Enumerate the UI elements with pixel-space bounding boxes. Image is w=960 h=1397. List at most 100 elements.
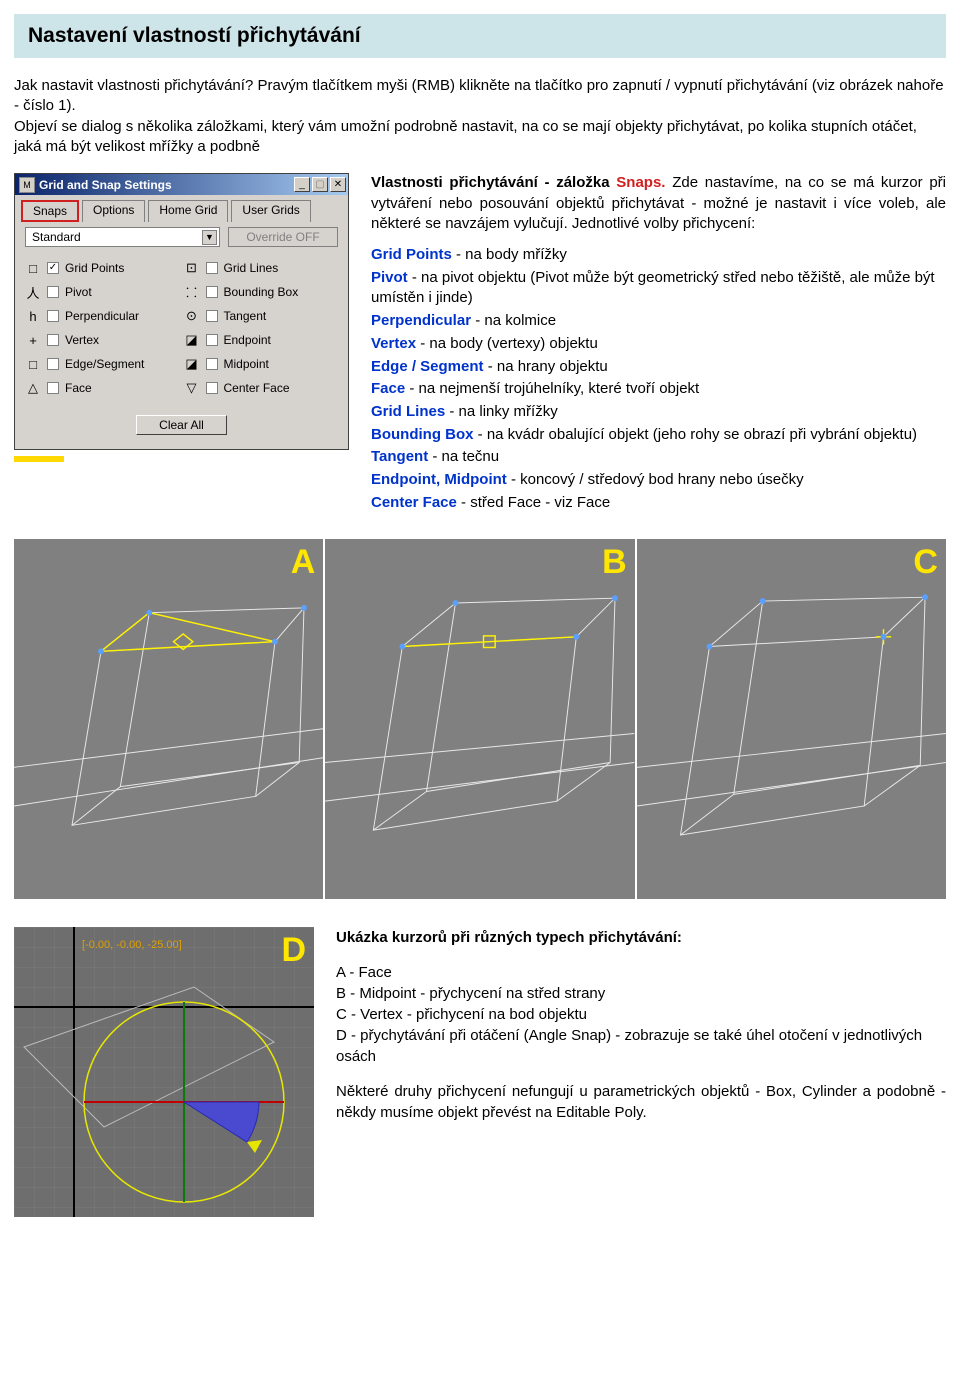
line-d: D - přychytávání při otáčení (Angle Snap…	[336, 1027, 922, 1065]
intro-block: Jak nastavit vlastnosti přichytávání? Pr…	[14, 76, 946, 157]
line-b: B - Midpoint - přychycení na střed stran…	[336, 985, 605, 1002]
line-c: C - Vertex - přichycení na bod objektu	[336, 1006, 587, 1023]
bottom-p2: Některé druhy přichycení nefungují u par…	[336, 1081, 946, 1123]
checkbox[interactable]	[47, 310, 59, 322]
checkbox[interactable]	[206, 382, 218, 394]
term: Grid Lines	[371, 403, 445, 420]
snap-mode-dropdown[interactable]: Standard ▼	[25, 227, 220, 247]
checkbox[interactable]	[47, 286, 59, 298]
intro-p1: Jak nastavit vlastnosti přichytávání? Pr…	[14, 76, 946, 117]
definition-grid-lines: Grid Lines - na linky mřížky	[371, 402, 946, 423]
snap-shape-icon: ▽	[184, 380, 200, 396]
coord-readout: [-0.00, -0.00, -25.00]	[82, 939, 182, 951]
snap-option-label: Center Face	[224, 381, 290, 395]
close-button[interactable]: ✕	[330, 177, 346, 192]
snap-option-face[interactable]: △Face	[25, 379, 180, 397]
definition-text: - na nejmenší trojúhelníky, které tvoří …	[405, 380, 699, 397]
snap-option-tangent[interactable]: ⊙ Tangent	[184, 307, 339, 325]
checkbox[interactable]	[206, 286, 218, 298]
minimize-button[interactable]: _	[294, 177, 310, 192]
definition-tangent: Tangent - na tečnu	[371, 447, 946, 468]
term: Tangent	[371, 448, 428, 465]
term: Face	[371, 380, 405, 397]
definition-text: - střed Face - viz Face	[457, 494, 610, 511]
checkbox[interactable]	[47, 262, 59, 274]
definition-vertex: Vertex - na body (vertexy) objektu	[371, 334, 946, 355]
snap-shape-icon: □	[25, 357, 41, 372]
line-a: A - Face	[336, 964, 392, 981]
term: Perpendicular	[371, 312, 471, 329]
definition-text: - na tečnu	[428, 448, 499, 465]
left-column: M Grid and Snap Settings _ ▢ ✕ Snaps Opt…	[14, 173, 349, 515]
snap-shape-icon: ⊙	[184, 308, 200, 324]
definition-face: Face - na nejmenší trojúhelníky, které t…	[371, 379, 946, 400]
snap-shape-icon: ⊡	[184, 260, 200, 276]
snap-option-endpoint[interactable]: ◪ Endpoint	[184, 331, 339, 349]
definition-edge-segment: Edge / Segment - na hrany objektu	[371, 357, 946, 378]
checkbox[interactable]	[206, 310, 218, 322]
decorative-yellow-bar	[14, 456, 64, 462]
dialog-titlebar[interactable]: M Grid and Snap Settings _ ▢ ✕	[15, 174, 348, 195]
dialog-icon: M	[19, 177, 35, 193]
term: Center Face	[371, 494, 457, 511]
checkbox[interactable]	[47, 382, 59, 394]
snap-option-label: Midpoint	[224, 357, 269, 371]
snap-option-label: Edge/Segment	[65, 357, 144, 371]
snap-shape-icon: □	[25, 261, 41, 276]
tab-user-grids[interactable]: User Grids	[231, 200, 310, 222]
term: Vertex	[371, 335, 416, 352]
desc-red: Snaps.	[616, 174, 665, 191]
override-button: Override OFF	[228, 227, 338, 247]
snap-shape-icon: ⸬	[184, 283, 200, 301]
term: Bounding Box	[371, 426, 473, 443]
viewport-a: A	[14, 539, 323, 899]
definition-grid-points: Grid Points - na body mřížky	[371, 245, 946, 266]
snap-option-label: Grid Points	[65, 261, 124, 275]
definition-text: - na pivot objektu (Pivot může být geome…	[371, 269, 935, 307]
tab-snaps[interactable]: Snaps	[21, 200, 79, 222]
snap-option-midpoint[interactable]: ◪Midpoint	[184, 355, 339, 373]
definition-bounding-box: Bounding Box - na kvádr obalující objekt…	[371, 425, 946, 446]
snap-option-label: Bounding Box	[224, 285, 299, 299]
checkbox[interactable]	[47, 334, 59, 346]
snap-option-label: Pivot	[65, 285, 92, 299]
grid-snap-dialog: M Grid and Snap Settings _ ▢ ✕ Snaps Opt…	[14, 173, 349, 450]
intro-p2: Objeví se dialog s několika záložkami, k…	[14, 117, 946, 158]
snap-option-grid-points[interactable]: □ Grid Points	[25, 259, 180, 277]
snap-shape-icon: ◪	[184, 332, 200, 348]
snap-option-label: Perpendicular	[65, 309, 139, 323]
snap-option-label: Tangent	[224, 309, 267, 323]
viewport-row: A B	[14, 539, 946, 899]
snap-shape-icon: 人	[25, 283, 41, 302]
definition-text: - na hrany objektu	[484, 358, 608, 375]
definition-perpendicular: Perpendicular - na kolmice	[371, 311, 946, 332]
snap-option-vertex[interactable]: +Vertex	[25, 331, 180, 349]
tab-options[interactable]: Options	[82, 200, 145, 222]
section-title-bar: Nastavení vlastností přichytávání	[14, 14, 946, 58]
snap-option-pivot[interactable]: 人 Pivot	[25, 283, 180, 301]
viewport-c: C	[637, 539, 946, 899]
snaps-description: Vlastnosti přichytávání - záložka Snaps.…	[371, 173, 946, 235]
clear-all-button[interactable]: Clear All	[136, 415, 227, 435]
viewport-d: [-0.00, -0.00, -25.00] D	[14, 927, 314, 1217]
bottom-text: Ukázka kurzorů při různých typech přichy…	[336, 927, 946, 1137]
term: Edge / Segment	[371, 358, 484, 375]
checkbox[interactable]	[206, 358, 218, 370]
viewport-label-d: D	[281, 931, 306, 970]
checkbox[interactable]	[206, 262, 218, 274]
checkbox[interactable]	[206, 334, 218, 346]
tab-home-grid[interactable]: Home Grid	[148, 200, 228, 222]
snap-option-center-face[interactable]: ▽ Center Face	[184, 379, 339, 397]
snap-option-grid-lines[interactable]: ⊡Grid Lines	[184, 259, 339, 277]
definition-text: - koncový / středový bod hrany nebo úseč…	[507, 471, 804, 488]
snap-option-label: Vertex	[65, 333, 99, 347]
term: Grid Points	[371, 246, 452, 263]
checkbox[interactable]	[47, 358, 59, 370]
viewport-label-a: A	[291, 543, 316, 582]
snap-option-label: Endpoint	[224, 333, 271, 347]
snap-shape-icon: h	[25, 309, 41, 324]
snap-option-edge-segment[interactable]: □ Edge/Segment	[25, 355, 180, 373]
right-column: Vlastnosti přichytávání - záložka Snaps.…	[371, 173, 946, 515]
snap-option-bounding-box[interactable]: ⸬ Bounding Box	[184, 283, 339, 301]
snap-option-perpendicular[interactable]: h Perpendicular	[25, 307, 180, 325]
